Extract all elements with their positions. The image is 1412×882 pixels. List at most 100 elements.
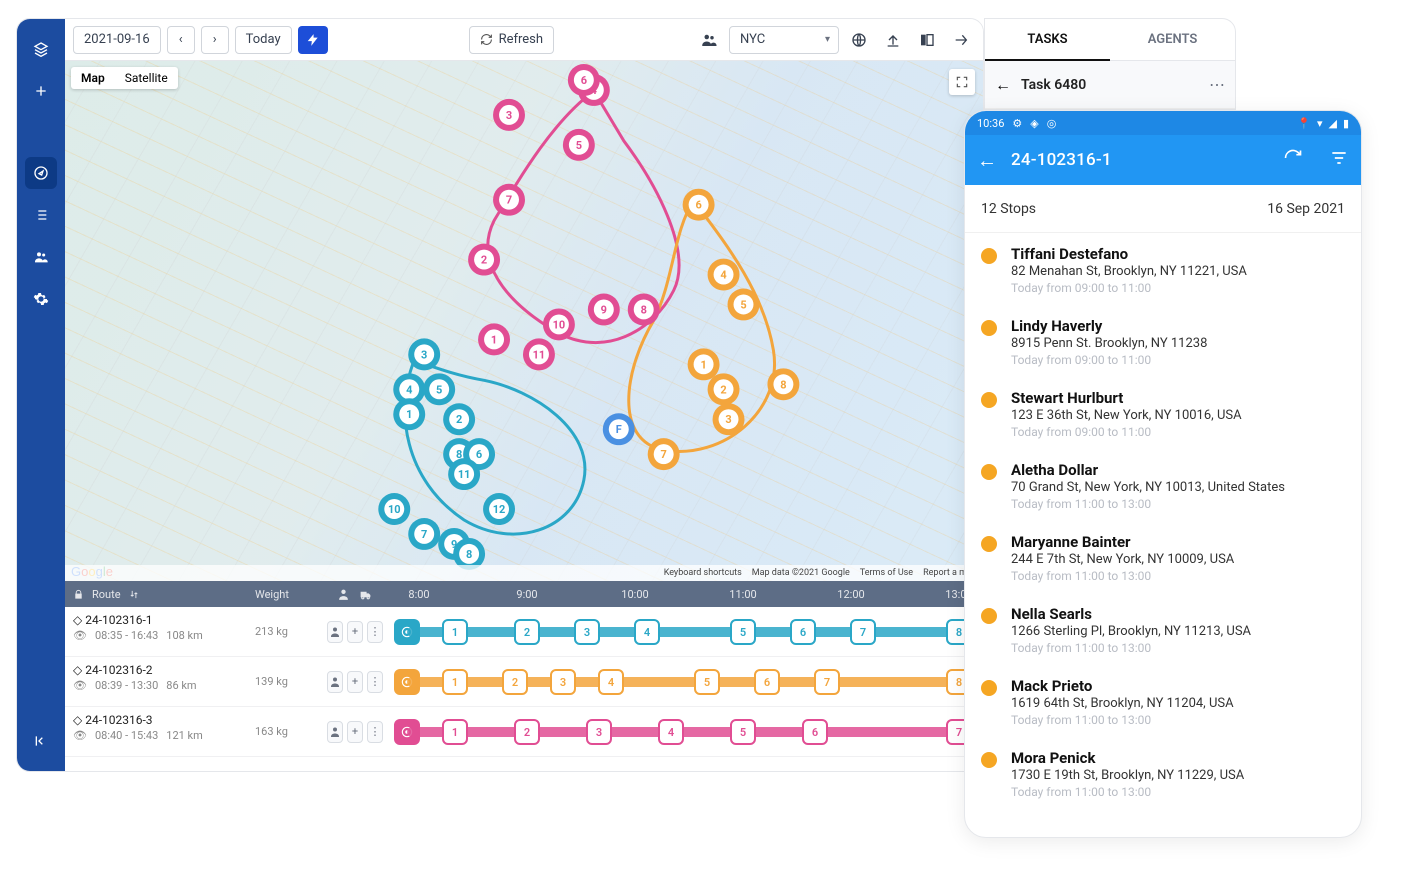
timeline-stop[interactable]: 6 — [790, 619, 816, 645]
timeline-stop[interactable]: 4 — [634, 619, 660, 645]
gear-icon[interactable] — [25, 283, 57, 315]
map-terms[interactable]: Terms of Use — [860, 568, 913, 578]
timeline-stop[interactable]: 4 — [598, 669, 624, 695]
route-timeline[interactable]: 1234567 — [383, 707, 983, 756]
timeline-stop[interactable]: 5 — [694, 669, 720, 695]
optimize-button[interactable] — [298, 26, 328, 54]
timeline-stop[interactable]: 3 — [550, 669, 576, 695]
timeline-stop[interactable]: 1 — [442, 719, 468, 745]
map-pin[interactable]: 1 — [478, 323, 510, 355]
timeline-stop[interactable]: 7 — [850, 619, 876, 645]
map-pin[interactable]: 3 — [493, 99, 525, 131]
map-pin[interactable]: 4 — [708, 259, 740, 291]
map-pin[interactable]: 9 — [588, 293, 620, 325]
map-pin[interactable]: 7 — [493, 184, 525, 216]
timeline-stop[interactable]: 5 — [730, 719, 756, 745]
timeline-stop[interactable]: 3 — [586, 719, 612, 745]
list-icon[interactable] — [25, 199, 57, 231]
assign-agent-button[interactable] — [327, 621, 343, 643]
next-day-button[interactable]: › — [201, 26, 229, 54]
phone-stop-item[interactable]: Aletha Dollar 70 Grand St, New York, NY … — [965, 449, 1361, 521]
map-pin[interactable]: 2 — [443, 403, 475, 435]
map-pin[interactable]: 7 — [408, 518, 440, 550]
add-button[interactable]: + — [347, 671, 363, 693]
region-select[interactable]: NYC — [729, 26, 839, 54]
assign-agent-button[interactable] — [327, 671, 343, 693]
date-picker[interactable]: 2021-09-16 — [73, 26, 161, 54]
team-icon[interactable] — [695, 26, 723, 54]
map-pin[interactable]: 8 — [767, 368, 799, 400]
refresh-button[interactable]: Refresh — [469, 26, 554, 54]
phone-stop-item[interactable]: Maryanne Bainter 244 E 7th St, New York,… — [965, 521, 1361, 593]
phone-stop-item[interactable]: Nella Searls 1266 Sterling Pl, Brooklyn,… — [965, 593, 1361, 665]
more-icon[interactable]: ⋯ — [1209, 75, 1225, 94]
timeline-stop[interactable]: 1 — [442, 619, 468, 645]
map-pin[interactable]: 12 — [483, 493, 515, 525]
layout-icon[interactable] — [913, 26, 941, 54]
map-pin[interactable]: 2 — [708, 373, 740, 405]
timeline-stop[interactable]: 7 — [814, 669, 840, 695]
map-pin[interactable]: 11 — [448, 458, 480, 490]
timeline-stop[interactable]: 1 — [442, 669, 468, 695]
phone-stop-item[interactable]: Mora Penick 1730 E 19th St, Brooklyn, NY… — [965, 737, 1361, 809]
tab-tasks[interactable]: TASKS — [985, 19, 1110, 61]
phone-stop-item[interactable]: Lindy Haverly 8915 Penn St. Brooklyn, NY… — [965, 305, 1361, 377]
row-menu-button[interactable]: ⋮ — [367, 621, 383, 643]
map-shortcuts[interactable]: Keyboard shortcuts — [664, 568, 742, 578]
map-pin[interactable]: 5 — [563, 129, 595, 161]
map-pin[interactable]: 7 — [648, 438, 680, 470]
phone-stop-item[interactable]: Mack Prieto 1619 64th St, Brooklyn, NY 1… — [965, 665, 1361, 737]
add-button[interactable]: + — [347, 721, 363, 743]
compass-icon[interactable] — [25, 157, 57, 189]
map-pin[interactable]: 10 — [543, 308, 575, 340]
back-icon[interactable]: ← — [977, 148, 997, 173]
people-icon[interactable] — [25, 241, 57, 273]
route-timeline[interactable]: 12345678 — [383, 607, 983, 656]
globe-icon[interactable] — [845, 26, 873, 54]
map-pin[interactable]: 11 — [523, 338, 555, 370]
timeline-stop[interactable]: 3 — [574, 619, 600, 645]
map-pin[interactable]: 6 — [568, 64, 600, 96]
panel-right-icon[interactable] — [947, 26, 975, 54]
phone-stops-list[interactable]: Tiffani Destefano 82 Menahan St, Brookly… — [965, 233, 1361, 837]
map-pin[interactable]: 5 — [423, 373, 455, 405]
phone-stop-item[interactable]: Stewart Hurlburt 123 E 36th St, New York… — [965, 377, 1361, 449]
collapse-icon[interactable] — [25, 725, 57, 757]
map-pin[interactable]: 2 — [468, 244, 500, 276]
row-menu-button[interactable]: ⋮ — [367, 671, 383, 693]
timeline-stop[interactable]: 6 — [802, 719, 828, 745]
route-row[interactable]: ◇ 24-102316-1 👁08:35 - 16:43108 km 213 k… — [65, 607, 983, 657]
map-pin[interactable]: 8 — [628, 293, 660, 325]
route-timeline[interactable]: 12345678 — [383, 657, 983, 706]
map-pin[interactable]: 1 — [688, 348, 720, 380]
route-row[interactable]: ◇ 24-102316-2 👁08:39 - 13:3086 km 139 kg… — [65, 657, 983, 707]
timeline-stop[interactable]: 2 — [514, 619, 540, 645]
map-pin[interactable]: 1 — [393, 398, 425, 430]
timeline-stop[interactable]: 5 — [730, 619, 756, 645]
timeline-stop[interactable]: 2 — [514, 719, 540, 745]
map-pin[interactable]: 3 — [713, 403, 745, 435]
filter-icon[interactable] — [1329, 148, 1349, 172]
map-pin[interactable]: F — [603, 413, 635, 445]
plus-icon[interactable] — [25, 75, 57, 107]
map-pin[interactable]: 6 — [683, 189, 715, 221]
timeline-stop[interactable]: 4 — [658, 719, 684, 745]
assign-agent-button[interactable] — [327, 721, 343, 743]
upload-icon[interactable] — [879, 26, 907, 54]
layers-icon[interactable] — [25, 33, 57, 65]
row-menu-button[interactable]: ⋮ — [367, 721, 383, 743]
map-pin[interactable]: 10 — [378, 493, 410, 525]
timeline-stop[interactable]: 2 — [502, 669, 528, 695]
map-pin[interactable]: 3 — [408, 338, 440, 370]
back-icon[interactable]: ← — [995, 75, 1011, 95]
map[interactable]: Map Satellite 4 3 5 7 2 1 — [65, 61, 983, 581]
timeline-stop[interactable]: 6 — [754, 669, 780, 695]
add-button[interactable]: + — [347, 621, 363, 643]
route-row[interactable]: ◇ 24-102316-3 👁08:40 - 15:43121 km 163 k… — [65, 707, 983, 757]
map-pin[interactable]: 5 — [728, 289, 760, 321]
today-button[interactable]: Today — [235, 26, 292, 54]
prev-day-button[interactable]: ‹ — [167, 26, 195, 54]
tab-agents[interactable]: AGENTS — [1110, 19, 1235, 61]
phone-stop-item[interactable]: Tiffani Destefano 82 Menahan St, Brookly… — [965, 233, 1361, 305]
refresh-icon[interactable] — [1283, 148, 1303, 172]
